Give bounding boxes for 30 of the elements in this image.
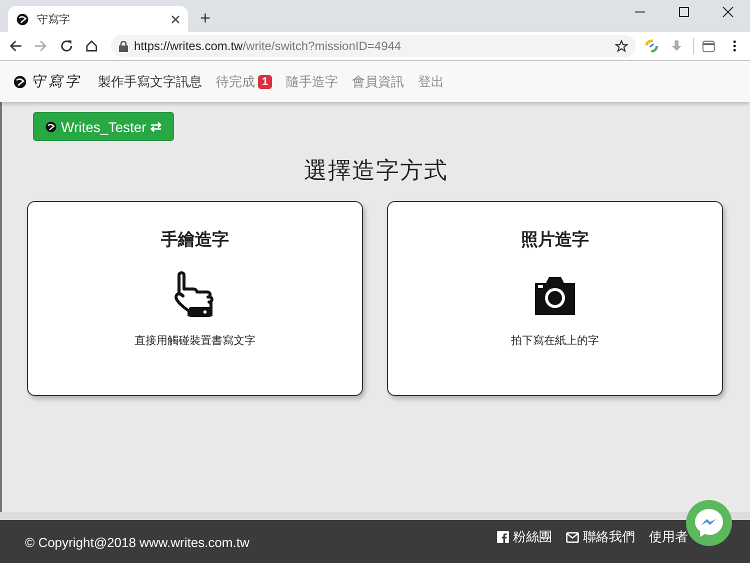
url-text: https://writes.com.tw/write/switch?missionID=4944 [134, 39, 402, 53]
logo-icon [16, 12, 29, 26]
card-title: 手繪造字 [161, 229, 229, 251]
close-icon[interactable] [171, 14, 180, 24]
count-badge: 1 [258, 74, 272, 88]
tab-title: 守寫字 [37, 12, 71, 26]
logo-icon [45, 120, 57, 132]
footer-link[interactable]: 使用者 [649, 528, 688, 546]
copyright-text: © Copyright@2018 www.writes.com.tw [25, 534, 250, 550]
browser-tab[interactable]: 守寫字 [8, 6, 188, 32]
footer-link[interactable]: 聯絡我們 [566, 528, 635, 546]
card-title: 照片造字 [521, 229, 589, 251]
new-tab-button[interactable]: + [196, 8, 215, 29]
footer-link[interactable]: 粉絲團 [497, 528, 552, 546]
swap-icon [150, 120, 162, 132]
facebook-icon [497, 531, 509, 543]
address-bar[interactable]: https://writes.com.tw/write/switch?missionID=4944 [111, 35, 636, 57]
option-card[interactable]: 手繪造字 直接用觸碰裝置書寫文字 [27, 201, 363, 396]
logo-icon [13, 74, 27, 88]
page-heading: 選擇造字方式 [303, 156, 449, 185]
card-caption: 直接用觸碰裝置書寫文字 [134, 334, 256, 348]
lock-icon [119, 40, 128, 52]
chat-icon [692, 506, 726, 540]
mail-icon [566, 532, 579, 542]
card-caption: 拍下寫在紙上的字 [511, 334, 599, 348]
nav-link[interactable]: 待完成 1 [216, 72, 272, 90]
star-icon[interactable] [615, 40, 628, 52]
brand-name[interactable]: 守寫字 [31, 72, 82, 90]
nav-link[interactable]: 製作手寫文字訊息 [98, 72, 202, 90]
option-card[interactable]: 照片造字 拍下寫在紙上的字 [387, 201, 723, 396]
